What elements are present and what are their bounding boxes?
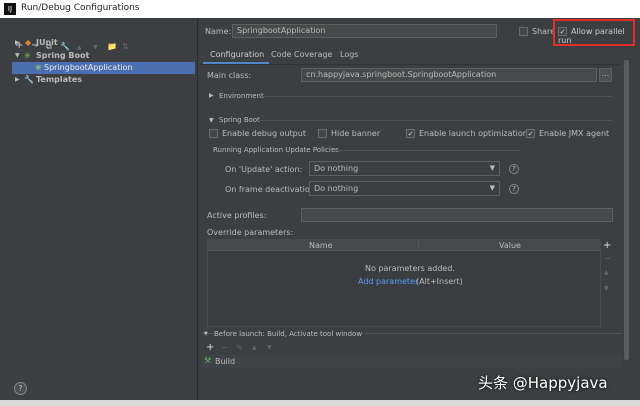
collapse-arrow-icon[interactable]: ▼ [15, 50, 20, 62]
add-task-icon[interactable]: + [206, 342, 214, 353]
spring-boot-icon: ❀ [24, 51, 31, 60]
main-class-input[interactable]: cn.happyjava.springboot.SpringbootApplic… [301, 68, 597, 82]
add-parameter-link[interactable]: Add parameter [358, 277, 418, 286]
environment-section[interactable]: Environment [219, 92, 264, 100]
title-bar: IJ Run/Debug Configurations [0, 0, 640, 18]
tree-item-springboot-application[interactable]: ❀ SpringbootApplication [12, 62, 195, 74]
spring-boot-section[interactable]: Spring Boot [219, 116, 260, 124]
spring-app-icon: ❀ [35, 63, 42, 72]
build-hammer-icon: ⚒ [204, 356, 212, 365]
before-launch-task-build[interactable]: ⚒ Build [202, 355, 622, 368]
enable-launch-optimization-checkbox[interactable]: ✓ Enable launch optimization [406, 129, 528, 138]
on-update-dropdown[interactable]: Do nothing ▼ [309, 161, 500, 176]
browse-button[interactable]: ... [599, 68, 612, 82]
override-parameters-label: Override parameters: [207, 228, 294, 237]
enable-jmx-agent-checkbox[interactable]: ✓ Enable JMX agent [526, 129, 609, 138]
watermark: 头条 @Happyjava [478, 374, 608, 392]
move-down-icon[interactable]: ▼ [267, 344, 272, 351]
column-header-name[interactable]: Name [309, 241, 333, 250]
add-parameter-hint: (Alt+Insert) [416, 277, 463, 286]
move-up-icon[interactable]: ▲ [252, 344, 257, 351]
tab-code-coverage[interactable]: Code Coverage [271, 50, 332, 59]
chevron-down-icon: ▼ [489, 164, 495, 172]
active-profiles-label: Active profiles: [207, 211, 267, 220]
junit-icon: ◆ [25, 38, 32, 47]
help-icon[interactable]: ? [509, 164, 519, 174]
help-icon[interactable]: ? [509, 184, 519, 194]
remove-row-icon[interactable]: − [604, 254, 611, 263]
move-up-icon[interactable]: ▲ [604, 269, 609, 276]
collapse-spring-boot-icon[interactable]: ▼ [209, 117, 214, 124]
window-title: Run/Debug Configurations [21, 3, 140, 13]
hide-banner-checkbox[interactable]: Hide banner [318, 129, 380, 138]
remove-task-icon[interactable]: − [221, 343, 228, 352]
on-frame-label: On frame deactivation: [225, 185, 318, 194]
name-input[interactable]: SpringbootApplication [232, 24, 497, 38]
move-down-icon[interactable]: ▼ [604, 285, 609, 292]
on-update-label: On 'Update' action: [225, 165, 303, 174]
name-label: Name: [205, 27, 232, 36]
intellij-logo-icon: IJ [4, 3, 16, 15]
tree-item-spring-boot[interactable]: ▼ ❀ Spring Boot [0, 50, 198, 62]
allow-parallel-run-checkbox[interactable]: ✓ Allow parallel run [558, 27, 640, 45]
expand-arrow-icon[interactable]: ▶ [15, 37, 20, 49]
column-header-value[interactable]: Value [499, 241, 521, 250]
chevron-down-icon: ▼ [489, 184, 495, 192]
tab-logs[interactable]: Logs [340, 50, 358, 59]
collapse-before-launch-icon[interactable]: ▼ [204, 331, 208, 337]
expand-arrow-icon[interactable]: ▶ [15, 74, 20, 86]
main-class-label: Main class: [207, 71, 252, 80]
scrollbar[interactable] [624, 60, 629, 360]
expand-environment-icon[interactable]: ▶ [209, 92, 214, 99]
enable-debug-output-checkbox[interactable]: Enable debug output [209, 129, 306, 138]
before-launch-section[interactable]: Before launch: Build, Activate tool wind… [214, 330, 366, 338]
empty-table-text: No parameters added. [365, 264, 455, 273]
add-row-icon[interactable]: + [603, 240, 611, 251]
tree-item-junit[interactable]: ▶ ◆ JUnit [0, 37, 198, 49]
tab-configuration[interactable]: Configuration [203, 48, 269, 64]
active-profiles-input[interactable] [301, 208, 613, 222]
wrench-icon: 🔧 [24, 75, 34, 84]
policies-title: Running Application Update Policies [213, 146, 339, 154]
share-checkbox[interactable]: Share [519, 27, 555, 36]
on-frame-dropdown[interactable]: Do nothing ▼ [309, 181, 500, 196]
parameters-table: Name Value No parameters added. Add para… [207, 239, 601, 327]
bottom-edge [0, 400, 640, 406]
help-button[interactable]: ? [14, 382, 27, 395]
edit-task-icon[interactable]: ✎ [236, 343, 243, 352]
config-tree-panel: + − ⧉ 🔧 ▲ ▼ 📁 ⇅ ▶ ◆ JUnit ▼ ❀ Spring Boo… [0, 18, 198, 406]
tree-item-templates[interactable]: ▶ 🔧 Templates [0, 74, 198, 86]
